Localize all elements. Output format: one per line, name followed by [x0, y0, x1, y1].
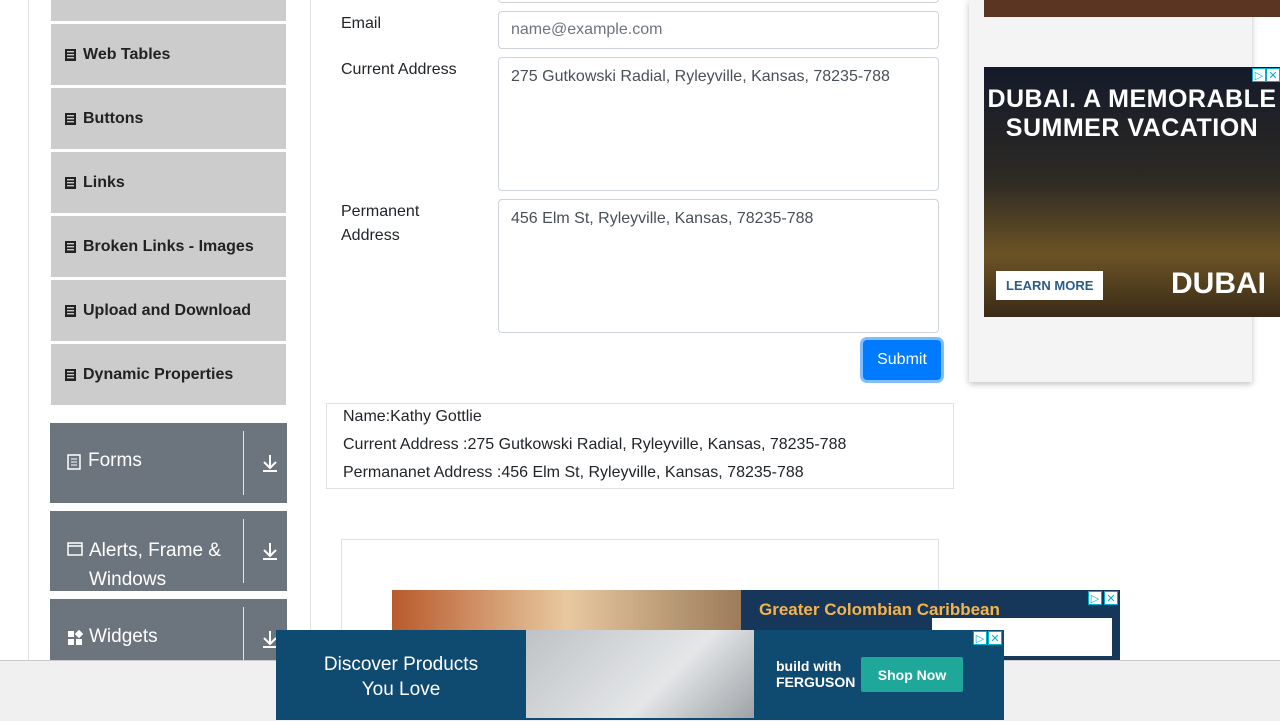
permanent-address-label: Permanent Address: [341, 203, 420, 244]
current-address-value: 275 Gutkowski Radial, Ryleyville, Kansas…: [511, 68, 890, 85]
ad-ferguson-text: Discover Products You Love: [323, 654, 479, 700]
output-current-address: Current Address :275 Gutkowski Radial, R…: [343, 436, 847, 453]
sidebar-item-web-tables[interactable]: Web Tables: [51, 24, 286, 86]
sidebar-group-alerts[interactable]: Alerts, Frame & Windows: [50, 511, 287, 591]
widgets-icon: [68, 630, 83, 645]
sidebar-group-widgets[interactable]: Widgets: [50, 599, 287, 660]
list-icon: [65, 112, 76, 125]
sidebar-left-border: [28, 0, 29, 660]
sidebar-group-label: Alerts, Frame & Windows: [89, 540, 221, 590]
sidebar-item-label: Dynamic Properties: [83, 365, 234, 383]
ad-dubai-line2: SUMMER VACATION: [1005, 114, 1259, 142]
sidebar-item-label: Broken Links - Images: [83, 237, 254, 255]
sidebar-item-label: Buttons: [83, 109, 144, 127]
shop-now-button[interactable]: Shop Now: [861, 657, 963, 692]
sidebar-item-dynamic-properties[interactable]: Dynamic Properties: [51, 344, 286, 406]
ad-photo: [526, 630, 754, 718]
close-icon[interactable]: ✕: [1266, 68, 1280, 82]
list-icon: [65, 240, 76, 253]
email-field[interactable]: name@example.com: [498, 11, 939, 49]
sidebar-item-label: Links: [83, 173, 125, 191]
close-icon[interactable]: ✕: [1104, 591, 1118, 605]
dubai-logo: DUBAI: [1171, 267, 1266, 300]
ferguson-logo: build with FERGUSON: [776, 658, 856, 690]
current-address-label: Current Address: [341, 61, 457, 78]
adchoices-icon[interactable]: ▷: [1088, 591, 1102, 605]
sidebar-item-label: Web Tables: [83, 45, 171, 63]
name-field-partial[interactable]: [498, 0, 939, 3]
list-icon: [65, 368, 76, 381]
ad-ferguson[interactable]: Discover Products You Love build with FE…: [276, 630, 1004, 720]
sidebar-item-broken-links[interactable]: Broken Links - Images: [51, 216, 286, 278]
sidebar-item-label: Upload and Download: [83, 301, 251, 319]
list-icon: [65, 176, 76, 189]
list-icon: [65, 304, 76, 317]
sidebar-item-upload-download[interactable]: Upload and Download: [51, 280, 286, 342]
submit-button[interactable]: Submit: [863, 340, 941, 380]
sidebar-item-partial[interactable]: [51, 0, 286, 22]
ad-dubai-line1: DUBAI. A MEMORABLE: [987, 85, 1277, 113]
adchoices-icon[interactable]: ▷: [1252, 68, 1266, 82]
divider: [243, 607, 244, 660]
divider: [243, 431, 244, 495]
email-label: Email: [341, 15, 382, 32]
sidebar-group-label: Forms: [88, 450, 142, 471]
sidebar-item-links[interactable]: Links: [51, 152, 286, 214]
window-icon: [67, 542, 83, 556]
output-box: Name:Kathy Gottlie Current Address :275 …: [326, 403, 954, 489]
ad-dubai[interactable]: DUBAI. A MEMORABLE SUMMER VACATION LEARN…: [984, 67, 1280, 317]
ad-banner-top[interactable]: [984, 0, 1280, 17]
adchoices-icon[interactable]: ▷: [973, 631, 987, 645]
sidebar-item-buttons[interactable]: Buttons: [51, 88, 286, 150]
current-address-field[interactable]: 275 Gutkowski Radial, Ryleyville, Kansas…: [498, 57, 939, 191]
download-icon[interactable]: [260, 541, 280, 561]
permanent-address-value: 456 Elm St, Ryleyville, Kansas, 78235-78…: [511, 210, 814, 227]
sidebar-group-label: Widgets: [89, 626, 158, 647]
close-icon[interactable]: ✕: [988, 631, 1002, 645]
output-permanent-address: Permananet Address :456 Elm St, Ryleyvil…: [343, 464, 804, 481]
learn-more-button[interactable]: LEARN MORE: [996, 271, 1104, 300]
download-icon[interactable]: [260, 453, 280, 473]
divider: [243, 519, 244, 583]
list-icon: [65, 48, 76, 61]
sidebar-group-forms[interactable]: Forms: [50, 423, 287, 503]
ad-colombia-text: Greater Colombian Caribbean: [759, 600, 1000, 619]
output-name: Name:Kathy Gottlie: [343, 408, 482, 425]
sidebar-right-border: [310, 0, 311, 660]
permanent-address-field[interactable]: 456 Elm St, Ryleyville, Kansas, 78235-78…: [498, 199, 939, 333]
form-icon: [67, 454, 81, 470]
